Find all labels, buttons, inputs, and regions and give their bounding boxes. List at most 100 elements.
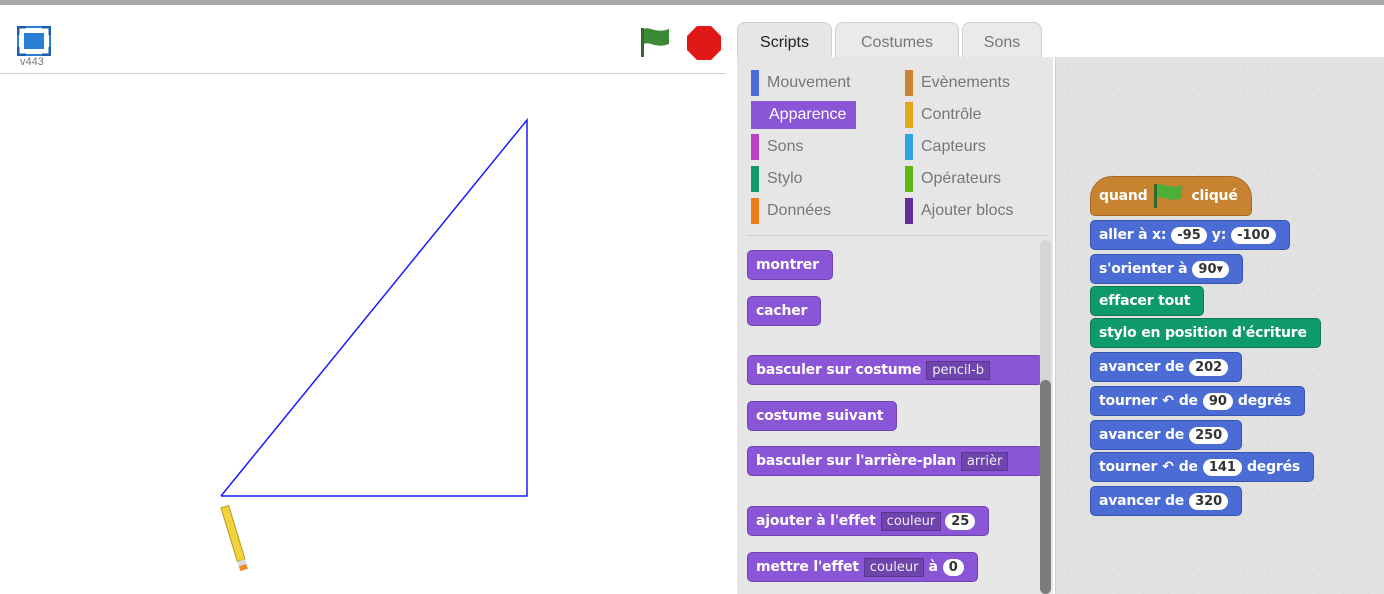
block-label: costume suivant xyxy=(756,408,884,424)
steps-input[interactable]: 250 xyxy=(1189,426,1229,444)
stage[interactable] xyxy=(0,74,727,594)
turn-left-icon: ↶ xyxy=(1162,393,1174,409)
category-sons[interactable]: Sons xyxy=(751,133,803,161)
category-swatch xyxy=(905,198,913,224)
direction-input[interactable]: 90▾ xyxy=(1192,260,1230,278)
category-swatch xyxy=(751,134,759,160)
block-clear[interactable]: effacer tout xyxy=(1090,286,1205,316)
block-goto-xy[interactable]: aller à x: -95 y: -100 xyxy=(1090,220,1290,250)
block-label: avancer de xyxy=(1099,359,1185,375)
pencil-sprite xyxy=(220,505,248,572)
block-label: avancer de xyxy=(1099,427,1185,443)
category-stylo[interactable]: Stylo xyxy=(751,165,803,193)
backdrop-dropdown[interactable]: arrièr xyxy=(960,451,1009,471)
scripts-area[interactable]: quand cliqué aller à x: -95 y: -100 s'orien… xyxy=(1055,57,1384,594)
block-label: montrer xyxy=(756,257,819,273)
block-label: cliqué xyxy=(1191,188,1238,204)
block-when-flag-clicked[interactable]: quand cliqué xyxy=(1090,176,1252,216)
steps-input[interactable]: 202 xyxy=(1189,358,1229,376)
block-label: s'orienter à xyxy=(1099,261,1188,277)
block-point-direction[interactable]: s'orienter à 90▾ xyxy=(1090,254,1244,284)
block-label: basculer sur costume xyxy=(756,362,922,378)
pen-drawing xyxy=(220,117,528,497)
block-label: de xyxy=(1178,393,1198,409)
category-swatch xyxy=(751,198,759,224)
block-label: basculer sur l'arrière-plan xyxy=(756,453,956,469)
category-label: Sons xyxy=(767,138,804,155)
block-label: degrés xyxy=(1237,393,1291,409)
palette-scroll-thumb[interactable] xyxy=(1040,380,1051,594)
green-flag-icon xyxy=(1154,184,1183,208)
block-next-costume[interactable]: costume suivant xyxy=(747,401,898,431)
category-capteurs[interactable]: Capteurs xyxy=(905,133,986,161)
category-swatch xyxy=(905,102,913,128)
block-label: quand xyxy=(1099,188,1148,204)
block-label: stylo en position d'écriture xyxy=(1099,325,1307,341)
block-label: y: xyxy=(1211,227,1227,243)
category-apparence[interactable]: Apparence xyxy=(751,101,857,129)
tab-costumes[interactable]: Costumes xyxy=(835,22,959,62)
block-label: mettre l'effet xyxy=(756,559,859,575)
costume-dropdown[interactable]: pencil-b xyxy=(926,360,991,380)
block-move-2[interactable]: avancer de 250 xyxy=(1090,420,1243,450)
fullscreen-icon[interactable] xyxy=(17,26,51,56)
category-label: Opérateurs xyxy=(921,170,1002,187)
category-divider xyxy=(747,235,1047,236)
stage-header: v443 xyxy=(0,5,726,74)
category-controle[interactable]: Contrôle xyxy=(905,101,981,129)
steps-input[interactable]: 320 xyxy=(1189,492,1229,510)
tabs-bar: Scripts Costumes Sons xyxy=(727,5,1384,63)
effect-dropdown[interactable]: couleur xyxy=(880,511,942,531)
block-palette: Mouvement Apparence Sons Stylo Données E… xyxy=(737,57,1053,594)
category-mouvement[interactable]: Mouvement xyxy=(751,69,851,97)
block-label: degrés xyxy=(1246,459,1301,475)
palette-scrollbar[interactable] xyxy=(1040,240,1051,594)
category-swatch xyxy=(905,166,913,192)
block-turn-1[interactable]: tourner ↶ de 90 degrés xyxy=(1090,386,1305,416)
block-switch-costume[interactable]: basculer sur costume pencil-b xyxy=(747,355,1043,385)
category-label: Données xyxy=(767,202,832,219)
category-label: Stylo xyxy=(767,170,803,187)
category-swatch xyxy=(905,134,913,160)
degrees-input[interactable]: 141 xyxy=(1202,458,1242,476)
block-set-effect[interactable]: mettre l'effet couleur à 0 xyxy=(747,552,978,582)
version-label: v443 xyxy=(20,56,44,68)
block-pen-down[interactable]: stylo en position d'écriture xyxy=(1090,318,1321,348)
block-montrer[interactable]: montrer xyxy=(747,250,833,280)
effect-amount-input[interactable]: 25 xyxy=(945,512,976,530)
block-label: aller à x: xyxy=(1099,227,1167,243)
block-change-effect[interactable]: ajouter à l'effet couleur 25 xyxy=(747,506,990,536)
category-ajouter-blocs[interactable]: Ajouter blocs xyxy=(905,197,1014,225)
category-label: Ajouter blocs xyxy=(921,202,1014,219)
block-label: tourner xyxy=(1099,459,1158,475)
y-input[interactable]: -100 xyxy=(1231,226,1276,244)
direction-value: 90 xyxy=(1198,261,1217,277)
block-move-1[interactable]: avancer de 202 xyxy=(1090,352,1243,382)
block-turn-2[interactable]: tourner ↶ de 141 degrés xyxy=(1090,452,1315,482)
category-swatch xyxy=(751,70,759,96)
tab-sons[interactable]: Sons xyxy=(962,22,1042,62)
block-label: effacer tout xyxy=(1099,293,1191,309)
category-evenements[interactable]: Evènements xyxy=(905,69,1010,97)
stage-canvas xyxy=(220,117,528,572)
turn-left-icon: ↶ xyxy=(1162,459,1174,475)
block-label: de xyxy=(1178,459,1198,475)
category-swatch xyxy=(905,70,913,96)
green-flag-icon[interactable] xyxy=(638,25,672,59)
category-donnees[interactable]: Données xyxy=(751,197,831,225)
block-move-3[interactable]: avancer de 320 xyxy=(1090,486,1243,516)
category-operateurs[interactable]: Opérateurs xyxy=(905,165,1001,193)
effect-value-input[interactable]: 0 xyxy=(942,558,964,576)
block-label: tourner xyxy=(1099,393,1158,409)
block-label: ajouter à l'effet xyxy=(756,513,876,529)
block-switch-backdrop[interactable]: basculer sur l'arrière-plan arrièr xyxy=(747,446,1043,476)
block-label: cacher xyxy=(756,303,808,319)
block-label: avancer de xyxy=(1099,493,1185,509)
block-cacher[interactable]: cacher xyxy=(747,296,822,326)
effect-dropdown[interactable]: couleur xyxy=(863,557,925,577)
x-input[interactable]: -95 xyxy=(1171,226,1207,244)
stop-sign-icon[interactable] xyxy=(686,25,722,61)
category-label: Mouvement xyxy=(767,74,851,91)
degrees-input[interactable]: 90 xyxy=(1202,392,1233,410)
category-label: Evènements xyxy=(921,74,1010,91)
